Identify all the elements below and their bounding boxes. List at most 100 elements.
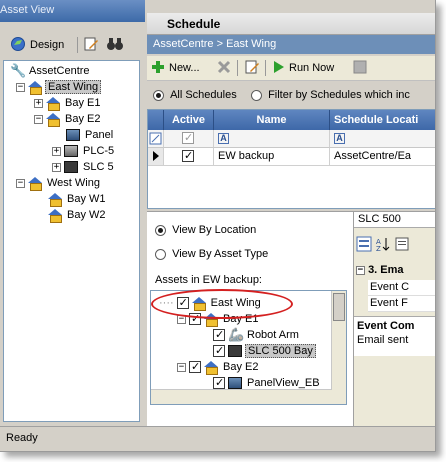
- description-title: Event Com: [357, 320, 415, 332]
- separator: [77, 35, 78, 55]
- asset-view-toolbar: Design: [0, 33, 145, 57]
- radio-indicator: [155, 224, 166, 236]
- filter-name-cell[interactable]: A: [214, 130, 330, 148]
- stop-icon: [353, 60, 367, 77]
- expand-toggle[interactable]: +: [34, 98, 43, 108]
- tree-item-plc5[interactable]: + PLC-5: [52, 143, 116, 159]
- edit-icon: [83, 36, 99, 55]
- design-button[interactable]: Design: [10, 35, 64, 55]
- property-row[interactable]: Event C: [368, 280, 435, 296]
- new-button[interactable]: New...: [151, 58, 200, 78]
- radio-indicator: [153, 89, 164, 101]
- column-header-active[interactable]: Active: [164, 110, 214, 130]
- vertical-scrollbar[interactable]: [331, 291, 346, 404]
- asset-item-slc500-bay[interactable]: SLC 500 Bay: [213, 343, 316, 359]
- categorized-icon[interactable]: [356, 236, 372, 255]
- horizontal-scrollbar[interactable]: [151, 389, 332, 404]
- properties-pane: SLC 500 AZ − 3. Ema Event C Event F Even…: [353, 212, 435, 426]
- row-active-cell[interactable]: [164, 148, 214, 166]
- run-now-button[interactable]: Run Now: [273, 58, 334, 78]
- asset-checkbox[interactable]: [213, 344, 225, 357]
- active-checkbox[interactable]: [182, 149, 194, 163]
- schedule-pane: Schedule AssetCentre > East Wing New...: [147, 0, 435, 426]
- collapse-toggle[interactable]: −: [34, 114, 43, 124]
- all-schedules-radio[interactable]: All Schedules: [153, 89, 237, 101]
- design-icon: [10, 36, 26, 55]
- row-location-cell[interactable]: AssetCentre/Ea: [330, 148, 435, 166]
- asset-tree: 🔧 AssetCentre − East Wing + Bay E1 − Bay…: [3, 60, 140, 422]
- grid-corner: [148, 110, 164, 130]
- filter-active-checkbox[interactable]: [182, 131, 194, 144]
- edit-properties-button[interactable]: [83, 35, 99, 55]
- binoculars-icon: [106, 36, 124, 55]
- tree-item-bay-e2[interactable]: − Bay E2: [34, 111, 102, 127]
- filter-schedules-radio[interactable]: Filter by Schedules which inc: [251, 89, 410, 101]
- robot-arm-icon: 🦾: [228, 327, 245, 342]
- asset-item-robot-arm[interactable]: 🦾 Robot Arm: [213, 327, 301, 343]
- collapse-toggle[interactable]: −: [16, 82, 25, 92]
- slc-icon: [228, 345, 242, 357]
- description-text: Email sent: [357, 334, 409, 346]
- asset-view-title: Asset View: [0, 0, 145, 22]
- asset-checkbox[interactable]: [213, 376, 225, 389]
- stop-button[interactable]: [353, 58, 367, 78]
- property-pages-icon[interactable]: [394, 236, 410, 255]
- collapse-toggle[interactable]: −: [177, 362, 186, 372]
- text-filter-icon[interactable]: A: [334, 133, 345, 144]
- assets-label: Assets in EW backup:: [155, 274, 262, 286]
- asset-view-pane: Asset View Design 🔧 AssetCentre − East W…: [0, 0, 145, 426]
- tree-item-bay-w2[interactable]: Bay W2: [48, 207, 108, 223]
- filter-location-cell[interactable]: A: [330, 130, 435, 148]
- annotation-highlight-ellipse: [151, 289, 293, 319]
- text-filter-icon[interactable]: A: [218, 133, 229, 144]
- schedule-grid: Active Name Schedule Locati A A EW backu…: [147, 109, 435, 209]
- tree-item-bay-e1[interactable]: + Bay E1: [34, 95, 102, 111]
- schedule-details-pane: View By Location View By Asset Type Asse…: [147, 212, 353, 426]
- edit-icon: [244, 59, 260, 78]
- slc-icon: [64, 161, 78, 173]
- delete-icon: [217, 60, 231, 77]
- edit-schedule-button[interactable]: [244, 58, 260, 78]
- tree-item-assetcentre[interactable]: 🔧 AssetCentre: [10, 63, 92, 79]
- asset-item-bay-e2[interactable]: − Bay E2: [177, 359, 260, 375]
- plus-icon: [151, 60, 165, 77]
- delete-button[interactable]: [217, 58, 231, 78]
- tree-item-east-wing[interactable]: − East Wing: [16, 79, 102, 95]
- tree-item-slc5[interactable]: + SLC 5: [52, 159, 116, 175]
- column-header-name[interactable]: Name: [214, 110, 330, 130]
- expand-toggle[interactable]: +: [52, 146, 61, 156]
- separator: [237, 58, 238, 78]
- tree-item-panel[interactable]: Panel: [66, 127, 115, 143]
- radio-indicator: [155, 248, 166, 260]
- expand-toggle[interactable]: +: [52, 162, 61, 172]
- find-button[interactable]: [106, 35, 124, 55]
- house-icon: [28, 81, 42, 95]
- row-name-cell[interactable]: EW backup: [214, 148, 330, 166]
- row-selector[interactable]: [148, 148, 164, 166]
- svg-text:Z: Z: [376, 245, 381, 252]
- panelview-icon: [66, 129, 80, 141]
- schedule-toolbar: New... Run Now: [147, 56, 435, 81]
- asset-checkbox[interactable]: [213, 328, 225, 341]
- asset-checkbox[interactable]: [189, 360, 201, 373]
- collapse-toggle[interactable]: −: [16, 178, 25, 188]
- alphabetical-icon[interactable]: AZ: [375, 236, 391, 255]
- scroll-thumb[interactable]: [333, 293, 345, 321]
- house-icon: [46, 113, 60, 127]
- collapse-toggle[interactable]: −: [356, 265, 365, 275]
- play-icon: [273, 60, 285, 77]
- plc-icon: [64, 145, 78, 157]
- app-window: Asset View Design 🔧 AssetCentre − East W…: [0, 0, 436, 452]
- house-icon: [28, 177, 42, 191]
- filter-row-indicator: [148, 130, 164, 148]
- view-by-location-radio[interactable]: View By Location: [155, 224, 256, 236]
- property-row[interactable]: Event F: [368, 296, 435, 312]
- view-by-asset-type-radio[interactable]: View By Asset Type: [155, 248, 268, 260]
- house-icon: [48, 193, 62, 207]
- column-header-location[interactable]: Schedule Locati: [330, 110, 435, 130]
- property-description: Event Com Email sent: [354, 316, 435, 356]
- properties-section[interactable]: − 3. Ema: [356, 264, 435, 280]
- filter-active-cell[interactable]: [164, 130, 214, 148]
- tree-item-west-wing[interactable]: − West Wing: [16, 175, 102, 191]
- tree-item-bay-w1[interactable]: Bay W1: [48, 191, 108, 207]
